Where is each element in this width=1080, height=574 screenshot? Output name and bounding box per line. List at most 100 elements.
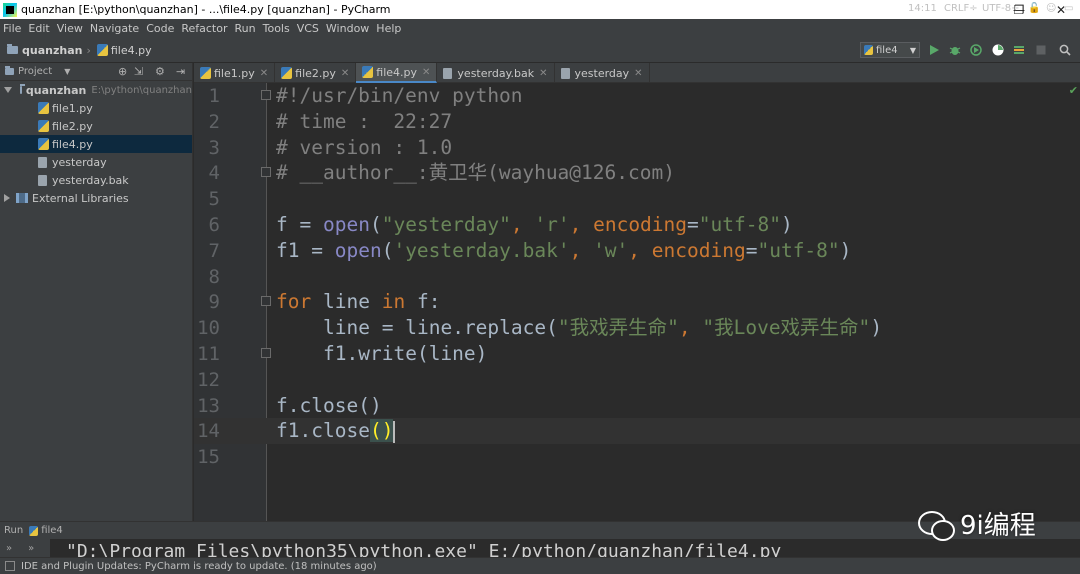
menu-item-window[interactable]: Window	[326, 22, 369, 35]
line-number: 14	[197, 420, 220, 443]
python-file-icon	[864, 45, 873, 55]
code-line[interactable]: 13 f.close()	[194, 393, 1080, 419]
menu-item-navigate[interactable]: Navigate	[90, 22, 139, 35]
code-line[interactable]: 3 # version : 1.0	[194, 135, 1080, 161]
status-message[interactable]: IDE and Plugin Updates: PyCharm is ready…	[21, 561, 377, 572]
tree-item-file[interactable]: yesterday	[0, 153, 192, 171]
build-icon[interactable]	[1013, 44, 1025, 56]
tool-window-toggle-icon[interactable]	[5, 561, 15, 571]
code-line[interactable]: 12	[194, 367, 1080, 393]
tree-item-file[interactable]: file4.py	[0, 135, 192, 153]
maximize-button[interactable]: ❐	[1004, 0, 1034, 19]
editor-tab[interactable]: file4.py ✕	[356, 63, 438, 83]
code-editor[interactable]: ✔ 1 #!/usr/bin/env python 2 # time : 22:27 3…	[194, 83, 1080, 521]
line-number: 1	[208, 85, 220, 107]
profile-icon[interactable]	[992, 44, 1004, 56]
menu-item-help[interactable]: Help	[376, 22, 401, 35]
code-line[interactable]: 2 # time : 22:27	[194, 109, 1080, 135]
editor-tab[interactable]: yesterday ✕	[555, 63, 650, 83]
fold-marker-icon[interactable]	[261, 348, 271, 358]
line-number: 7	[208, 239, 220, 262]
line-number: 2	[208, 110, 220, 133]
close-icon[interactable]: ✕	[260, 68, 268, 79]
collapse-all-icon[interactable]: ⇲	[134, 65, 143, 78]
code-line[interactable]: 5	[194, 186, 1080, 212]
menu-item-file[interactable]: File	[3, 22, 21, 35]
run-icon[interactable]	[928, 44, 940, 56]
project-tool-window: Project ▼ ⊕ ⇲ ⚙ ⇥ quanzhan E:\python\qua…	[0, 63, 193, 521]
coverage-icon[interactable]	[970, 44, 982, 56]
close-icon[interactable]: ✕	[539, 68, 547, 79]
menu-item-run[interactable]: Run	[235, 22, 256, 35]
tree-item-file[interactable]: file1.py	[0, 99, 192, 117]
python-file-icon	[281, 67, 293, 79]
code-line[interactable]: 7 f1 = open('yesterday.bak', 'w', encodin…	[194, 238, 1080, 264]
python-file-icon	[38, 102, 49, 114]
code-text: line = line.replace("我戏弄生命", "我Love戏弄生命"…	[323, 316, 883, 340]
search-icon[interactable]	[1059, 44, 1071, 56]
code-line[interactable]: 10 line = line.replace("我戏弄生命", "我Love戏弄…	[194, 315, 1080, 341]
run-config-tab[interactable]: file4	[41, 525, 63, 536]
tree-external-libraries[interactable]: External Libraries	[0, 189, 192, 207]
fold-marker-icon[interactable]	[261, 296, 271, 307]
debug-icon[interactable]	[949, 44, 961, 56]
menu-item-edit[interactable]: Edit	[28, 22, 49, 35]
menu-item-vcs[interactable]: VCS	[297, 22, 319, 35]
editor-tab[interactable]: yesterday.bak ✕	[437, 63, 555, 83]
editor-tab[interactable]: file2.py ✕	[275, 63, 357, 83]
tab-label: file2.py	[295, 66, 336, 80]
fold-marker-icon[interactable]	[261, 167, 271, 178]
close-icon[interactable]: ✕	[341, 68, 349, 79]
code-line[interactable]: 4 # __author__:黄卫华(wayhua@126.com)	[194, 160, 1080, 186]
project-panel-title[interactable]: Project	[18, 66, 52, 77]
breadcrumb-file[interactable]: file4.py	[96, 44, 152, 57]
line-number: 8	[208, 265, 220, 288]
line-number: 11	[197, 343, 220, 365]
menu-item-code[interactable]: Code	[146, 22, 174, 35]
code-line[interactable]: 6 f = open("yesterday", 'r', encoding="ut…	[194, 212, 1080, 238]
breadcrumb-project[interactable]: quanzhan	[22, 44, 82, 57]
code-line[interactable]: 9 for line in f:	[194, 289, 1080, 315]
close-icon[interactable]: ✕	[634, 68, 642, 79]
expand-arrow-icon[interactable]	[4, 87, 12, 93]
code-line[interactable]: 8	[194, 264, 1080, 290]
code-line[interactable]: 14 f1.close()	[194, 418, 1080, 445]
locate-icon[interactable]: ⊕	[118, 65, 127, 78]
line-separator[interactable]: CRLF÷	[944, 0, 978, 17]
code-line[interactable]: 1 #!/usr/bin/env python	[194, 83, 1080, 109]
stop-icon[interactable]	[1035, 44, 1047, 56]
python-file-icon	[96, 44, 108, 56]
gear-icon[interactable]: ⚙	[155, 65, 165, 78]
line-number: 3	[208, 136, 220, 159]
line-number: 12	[197, 368, 220, 391]
tree-root-quanzhan[interactable]: quanzhan E:\python\quanzhan	[0, 81, 192, 99]
expand-left-icon[interactable]: »	[6, 543, 12, 554]
expand-arrow-icon[interactable]	[4, 194, 10, 202]
library-icon	[16, 193, 28, 203]
tab-label: yesterday.bak	[457, 66, 535, 80]
fold-marker-icon[interactable]	[261, 90, 271, 100]
tree-item-file[interactable]: file2.py	[0, 117, 192, 135]
hide-icon[interactable]: ⇥	[176, 65, 185, 78]
editor-tab[interactable]: file1.py ✕	[194, 63, 276, 83]
python-file-icon	[200, 67, 211, 79]
menu-item-view[interactable]: View	[57, 22, 83, 35]
run-config-select[interactable]: file4 ▼	[860, 42, 920, 58]
chevron-down-icon[interactable]: ▼	[64, 67, 70, 76]
run-panel-title[interactable]: Run	[4, 525, 23, 536]
code-line[interactable]: 11 f1.write(line)	[194, 341, 1080, 367]
python-file-icon	[29, 525, 39, 536]
caret-position[interactable]: 14:11	[908, 0, 937, 17]
menu-item-tools[interactable]: Tools	[263, 22, 290, 35]
tree-item-file[interactable]: yesterday.bak	[0, 171, 192, 189]
folder-icon	[7, 44, 18, 54]
watermark: 9i编程	[918, 505, 1036, 542]
line-number: 4	[208, 162, 220, 185]
code-line[interactable]: 15	[194, 444, 1080, 470]
close-icon[interactable]: ✕	[422, 67, 430, 78]
expand-right-icon[interactable]: »	[28, 543, 34, 554]
menu-item-refactor[interactable]: Refactor	[181, 22, 227, 35]
close-button[interactable]: ✕	[1046, 0, 1076, 19]
code-text: f.close()	[276, 393, 382, 417]
chevron-right-icon: ›	[86, 43, 91, 57]
